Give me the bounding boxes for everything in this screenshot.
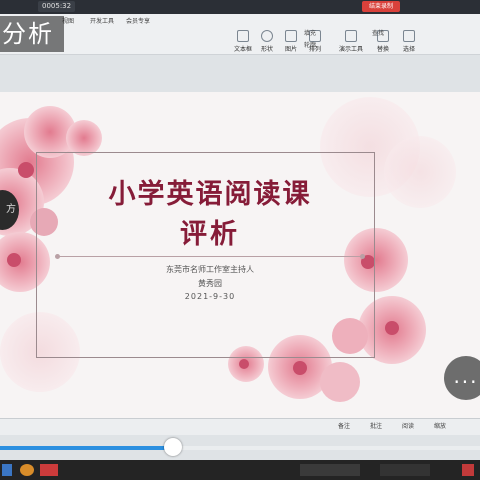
tab-member[interactable]: 会员专享 (126, 16, 150, 25)
comments-button[interactable]: 批注 (370, 421, 382, 430)
fill-option[interactable]: 填充 (304, 28, 316, 37)
slide-title-line1: 小学英语阅读课 (108, 179, 312, 210)
outline-option[interactable]: 轮廓 (304, 40, 316, 49)
image-button[interactable]: 图片 (280, 30, 302, 53)
select-button[interactable]: 选择 (398, 30, 420, 53)
shape-label: 形状 (260, 46, 273, 53)
textbox-icon (237, 30, 249, 42)
find-option[interactable]: 查找 (372, 28, 384, 37)
wps-icon[interactable] (40, 464, 58, 476)
select-icon (403, 30, 415, 42)
recording-bar: 0005:32 结束录制 (0, 0, 480, 14)
slide-title-line2: 评析 (180, 219, 240, 250)
ribbon-toolbar: 视图 开发工具 会员专享 文本框 形状 图片 排列 演示工具 替换 选择 填充 … (0, 14, 480, 55)
title-divider (58, 256, 362, 257)
video-progress-bar[interactable] (0, 438, 480, 456)
presentation-tools-label: 演示工具 (338, 46, 363, 53)
screen: 0005:32 结束录制 视图 开发工具 会员专享 文本框 形状 图片 排列 演… (0, 0, 480, 480)
textbox-label: 文本框 (233, 46, 252, 53)
presentation-tools-icon (345, 30, 357, 42)
start-icon[interactable] (2, 464, 12, 476)
divider-dot-left (55, 254, 60, 259)
slide-presenter: 黄秀园 (198, 279, 222, 288)
video-progress-fill (0, 446, 173, 450)
overlay-title: 分析 (0, 16, 64, 52)
presentation-tools-button[interactable]: 演示工具 (336, 30, 366, 53)
status-bar: 备注 批注 阅读 缩放 (0, 418, 480, 435)
more-options-button[interactable]: ... (444, 356, 480, 400)
recording-timer: 0005:32 (38, 1, 76, 12)
notes-button[interactable]: 备注 (338, 421, 350, 430)
zoom-button[interactable]: 缩放 (434, 421, 446, 430)
slide-subtitle: 东莞市名师工作室主持人 (166, 265, 254, 274)
divider-dot-right (360, 254, 365, 259)
tray-icons[interactable] (380, 464, 430, 476)
tab-developer[interactable]: 开发工具 (90, 16, 114, 25)
select-label: 选择 (402, 46, 415, 53)
image-icon (285, 30, 297, 42)
notification-icon[interactable] (462, 464, 474, 476)
textbox-button[interactable]: 文本框 (232, 30, 254, 53)
replace-label: 替换 (376, 46, 389, 53)
reading-view-button[interactable]: 阅读 (402, 421, 414, 430)
browser-icon[interactable] (20, 464, 34, 476)
slide-date: 2021-9-30 (184, 292, 236, 301)
stop-recording-button[interactable]: 结束录制 (362, 1, 400, 12)
image-label: 图片 (284, 46, 297, 53)
shape-icon (261, 30, 273, 42)
slide-canvas: 小学英语阅读课 评析 东莞市名师工作室主持人 黄秀园 2021-9-30 (0, 92, 480, 422)
video-progress-knob[interactable] (163, 438, 182, 456)
tray-apps[interactable] (300, 464, 360, 476)
taskbar (0, 460, 480, 480)
shape-button[interactable]: 形状 (256, 30, 278, 53)
